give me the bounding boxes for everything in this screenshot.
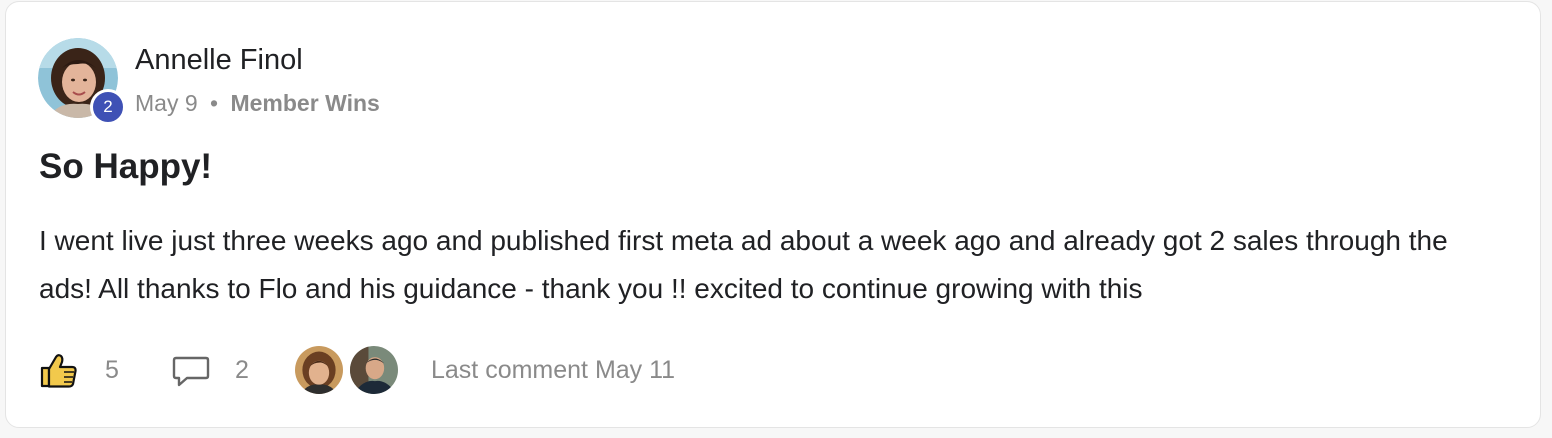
- post-category[interactable]: Member Wins: [230, 90, 379, 116]
- level-badge: 2: [90, 89, 126, 125]
- commenter-avatar[interactable]: [348, 344, 400, 396]
- comment-bubble-icon[interactable]: [171, 354, 211, 390]
- thumbs-up-icon[interactable]: [39, 351, 79, 391]
- post-date[interactable]: May 9: [135, 90, 198, 116]
- post-body[interactable]: I went live just three weeks ago and pub…: [39, 217, 1499, 313]
- author-avatar-wrapper[interactable]: 2: [38, 38, 126, 125]
- post-footer: 5 2 Last comment May 11: [39, 342, 939, 396]
- post-meta: May 9 • Member Wins: [135, 88, 380, 118]
- author-name[interactable]: Annelle Finol: [135, 42, 303, 78]
- post-title[interactable]: So Happy!: [39, 145, 212, 189]
- comment-count: 2: [235, 356, 249, 384]
- meta-separator: •: [210, 90, 219, 116]
- post-card[interactable]: 2 Annelle Finol May 9 • Member Wins So H…: [5, 1, 1541, 428]
- last-comment-date: Last comment May 11: [431, 356, 676, 384]
- like-count: 5: [105, 356, 119, 384]
- commenter-avatar[interactable]: [293, 344, 345, 396]
